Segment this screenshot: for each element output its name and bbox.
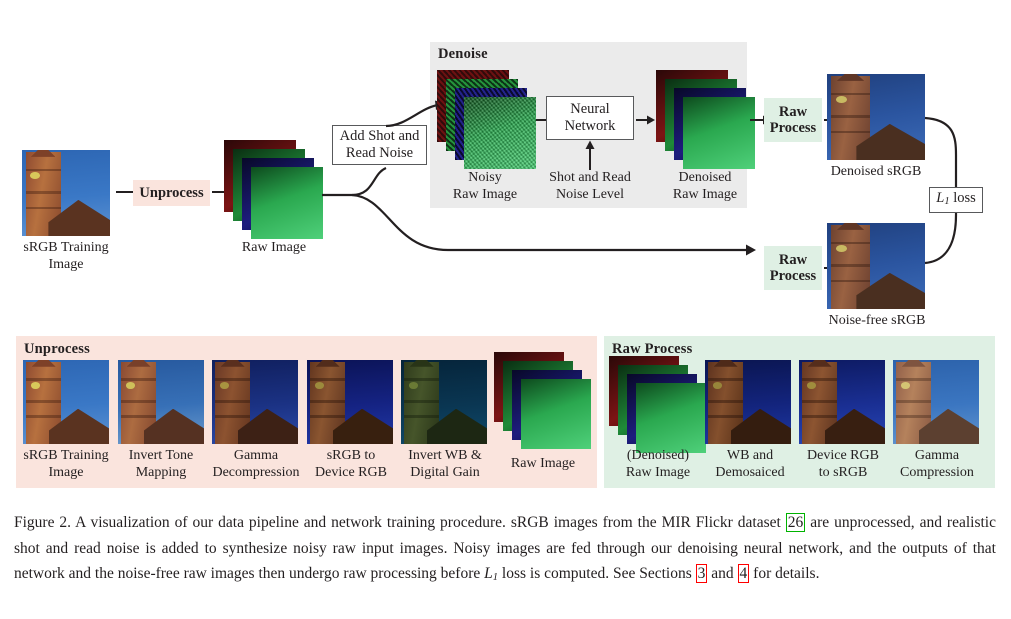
figure-2-root: Denoise sRGB Training Image Unprocess Ra… (0, 0, 1011, 619)
neural-network-box: Neural Network (546, 96, 634, 140)
srgb-training-image-label: sRGB Training Image (23, 240, 109, 272)
unprocess-step-5-label: Raw Image (510, 456, 576, 471)
raw-process-step-1-image (705, 360, 791, 444)
citation-26[interactable]: 26 (785, 513, 806, 532)
unprocess-button[interactable]: Unprocess (133, 180, 210, 206)
denoise-panel-title: Denoise (438, 46, 488, 62)
section-ref-4-text: 4 (739, 565, 748, 582)
noise-free-srgb-thumb (827, 223, 925, 309)
raw-image-label: Raw Image (241, 240, 307, 255)
noisy-raw-image-label: Noisy Raw Image (452, 170, 518, 202)
noisy-raw-image-stack (437, 70, 537, 169)
figure-caption: Figure 2. A visualization of our data pi… (14, 510, 996, 591)
unprocess-step-2-image (212, 360, 298, 444)
citation-26-text: 26 (787, 514, 804, 531)
raw-process-step-2-image (799, 360, 885, 444)
raw-process-step-3-image (893, 360, 979, 444)
l1-loss-box: L1 loss (929, 187, 983, 213)
unprocess-detail-title: Unprocess (24, 341, 90, 357)
denoised-raw-image-label: Denoised Raw Image (672, 170, 738, 202)
unprocess-step-0-label: sRGB Training Image (23, 448, 109, 480)
unprocess-step-3-image (307, 360, 393, 444)
denoised-srgb-thumb (827, 74, 925, 160)
raw-process-bottom-button[interactable]: Raw Process (764, 246, 822, 290)
shot-read-noise-level-label: Shot and Read Noise Level (549, 170, 631, 202)
unprocess-step-0-image (23, 360, 109, 444)
caption-figure-label: Figure 2. (14, 514, 72, 531)
raw-process-step-2-label: Device RGB to sRGB (807, 448, 879, 480)
caption-text-4: for details. (749, 565, 820, 582)
raw-process-step-0-label: (Denoised) Raw Image (625, 448, 691, 480)
unprocess-step-4-label: Invert WB & Digital Gain (408, 448, 482, 480)
raw-process-step-0-stack (609, 356, 709, 453)
unprocess-step-4-image (401, 360, 487, 444)
section-ref-3-text: 3 (697, 565, 706, 582)
unprocess-step-5-stack (494, 352, 594, 449)
denoised-raw-image-stack (656, 70, 756, 169)
unprocess-step-3-label: sRGB to Device RGB (315, 448, 387, 480)
unprocess-step-1-image (118, 360, 204, 444)
caption-and: and (707, 565, 738, 582)
caption-text-3: loss is computed. See Sections (498, 565, 696, 582)
raw-process-step-3-label: Gamma Compression (900, 448, 974, 480)
raw-process-step-1-label: WB and Demosaiced (715, 448, 785, 480)
section-ref-4[interactable]: 4 (737, 564, 750, 583)
raw-process-top-button[interactable]: Raw Process (764, 98, 822, 142)
section-ref-3[interactable]: 3 (695, 564, 708, 583)
srgb-training-image-thumb (22, 150, 110, 236)
arrow-nn-to-denoised (636, 115, 655, 125)
denoised-srgb-label: Denoised sRGB (830, 164, 922, 179)
caption-l1-base: L (484, 565, 493, 582)
caption-text-1: A visualization of our data pipeline and… (75, 514, 786, 531)
arrow-noise-level-to-nn (585, 140, 595, 170)
raw-image-stack (224, 140, 324, 239)
noise-free-srgb-label: Noise-free sRGB (828, 313, 926, 328)
l1-loss-symbol: L1 loss (936, 190, 976, 207)
